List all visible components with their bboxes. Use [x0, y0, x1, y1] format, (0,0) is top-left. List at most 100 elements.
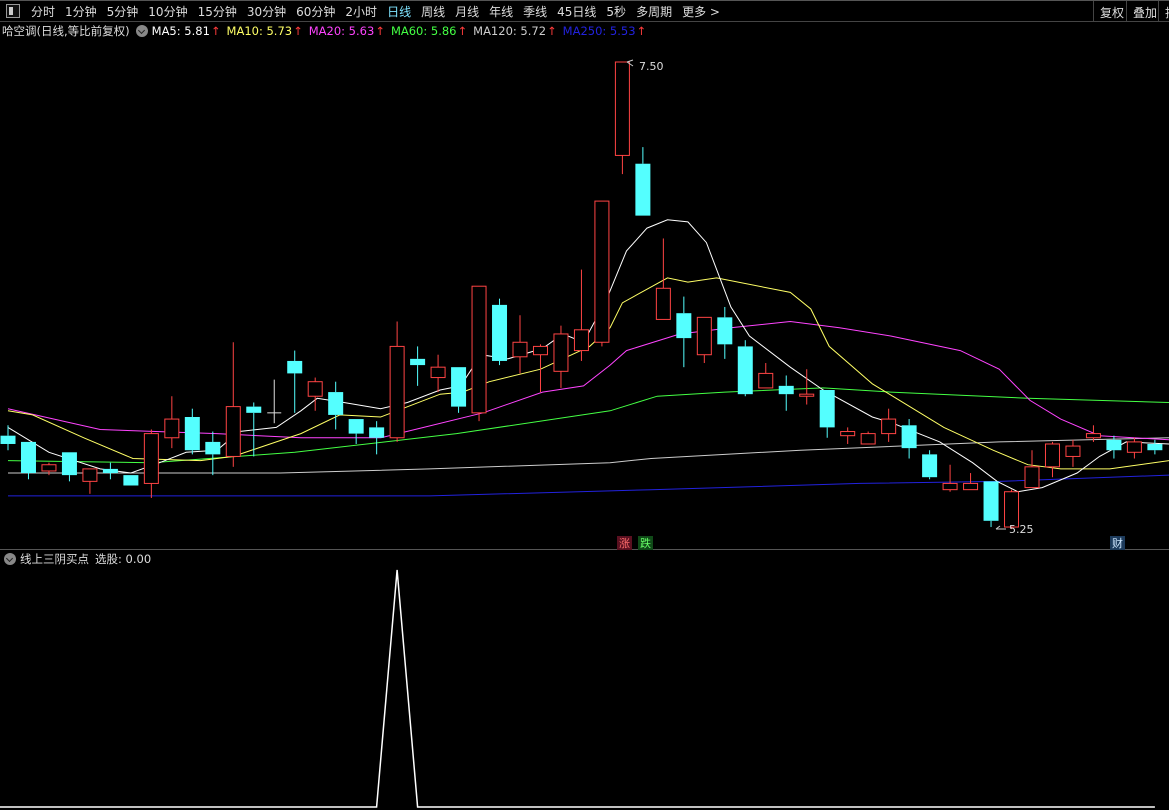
candle: [389, 321, 405, 442]
candle: [205, 431, 221, 476]
candle-body: [328, 392, 344, 415]
candle-body: [512, 341, 528, 358]
candle-body: [594, 200, 610, 343]
candle: [102, 462, 118, 480]
candle: [20, 441, 36, 480]
candle: [819, 390, 835, 438]
candle-body: [1085, 433, 1101, 439]
candle: [799, 369, 815, 405]
candle: [614, 61, 630, 175]
candle: [860, 431, 876, 445]
candle: [307, 377, 323, 411]
indicator-line: [0, 569, 1155, 808]
candle: [737, 340, 753, 397]
candle-body: [348, 419, 364, 434]
candle-body: [1024, 466, 1040, 489]
candle: [369, 421, 385, 455]
candle-body: [184, 416, 200, 451]
candle: [348, 419, 364, 444]
candle-body: [860, 433, 876, 445]
candle: [717, 306, 733, 359]
candle-body: [676, 313, 692, 339]
candle: [573, 269, 589, 361]
candle-body: [614, 61, 630, 156]
candle-body: [778, 385, 794, 395]
candle: [184, 408, 200, 455]
candle: [922, 450, 938, 480]
candle-body: [635, 163, 651, 216]
candle: [881, 408, 897, 442]
candle-body: [573, 329, 589, 352]
candle-body: [205, 441, 221, 455]
high-price-label: 7.50: [639, 60, 664, 73]
candle-body: [492, 304, 508, 361]
candle-body: [164, 418, 180, 439]
candle: [492, 298, 508, 366]
candle: [512, 315, 528, 374]
candle-body: [123, 475, 139, 486]
candle: [1024, 450, 1040, 489]
candle-body: [20, 441, 36, 474]
candle: [410, 346, 426, 386]
kline-chart[interactable]: 7.50 5.25 涨跌 财: [0, 0, 1169, 810]
ma10-line: [7, 277, 1169, 470]
candle: [1147, 439, 1163, 455]
candle-body: [1004, 491, 1020, 528]
candle: [655, 238, 671, 320]
candle-body: [1126, 441, 1142, 453]
candle-body: [1106, 439, 1122, 451]
candle-body: [451, 367, 467, 407]
candle-body: [901, 425, 917, 449]
candle-body: [1147, 443, 1163, 451]
ma60-line: [7, 387, 1169, 464]
candle: [635, 147, 651, 216]
candle-body: [41, 464, 57, 472]
candle: [1126, 437, 1142, 459]
candle-body: [0, 435, 16, 444]
candle-body: [963, 482, 979, 491]
candle: [123, 475, 139, 486]
candle-body: [389, 345, 405, 439]
candle-body: [1065, 445, 1081, 457]
candle-body: [1044, 443, 1060, 468]
candle-body: [143, 433, 159, 484]
candle: [696, 316, 712, 364]
candle-body: [102, 468, 118, 474]
candle-body: [307, 381, 323, 397]
candle: [840, 427, 856, 444]
candle-body: [553, 333, 569, 372]
candle-body: [82, 468, 98, 482]
rise-marker: 涨: [619, 537, 630, 550]
candle: [778, 375, 794, 411]
candle: [82, 468, 98, 494]
candle-body: [225, 406, 241, 457]
candle: [287, 350, 303, 413]
ma120-line: [8, 437, 1169, 474]
candle-body: [799, 393, 815, 397]
candle: [0, 425, 16, 451]
candle: [532, 344, 548, 393]
candle-body: [881, 418, 897, 435]
candle: [594, 200, 610, 347]
candle-body: [246, 406, 262, 413]
candle-body: [819, 390, 835, 428]
candle-body: [758, 372, 774, 389]
candle: [430, 354, 446, 393]
candle: [267, 379, 282, 424]
candle-body: [287, 360, 303, 374]
candle: [143, 429, 159, 498]
candle-body: [942, 482, 958, 491]
candle-body: [369, 427, 385, 438]
candle: [676, 296, 692, 368]
candle-body: [430, 366, 446, 379]
candle-body: [471, 285, 487, 414]
candle: [61, 452, 77, 482]
candle: [328, 381, 344, 430]
candle: [164, 396, 180, 449]
candle: [1065, 439, 1081, 467]
candle: [451, 367, 467, 413]
candle: [942, 464, 958, 492]
fall-marker: 跌: [640, 536, 651, 550]
candle: [553, 325, 569, 388]
candle: [225, 342, 241, 467]
